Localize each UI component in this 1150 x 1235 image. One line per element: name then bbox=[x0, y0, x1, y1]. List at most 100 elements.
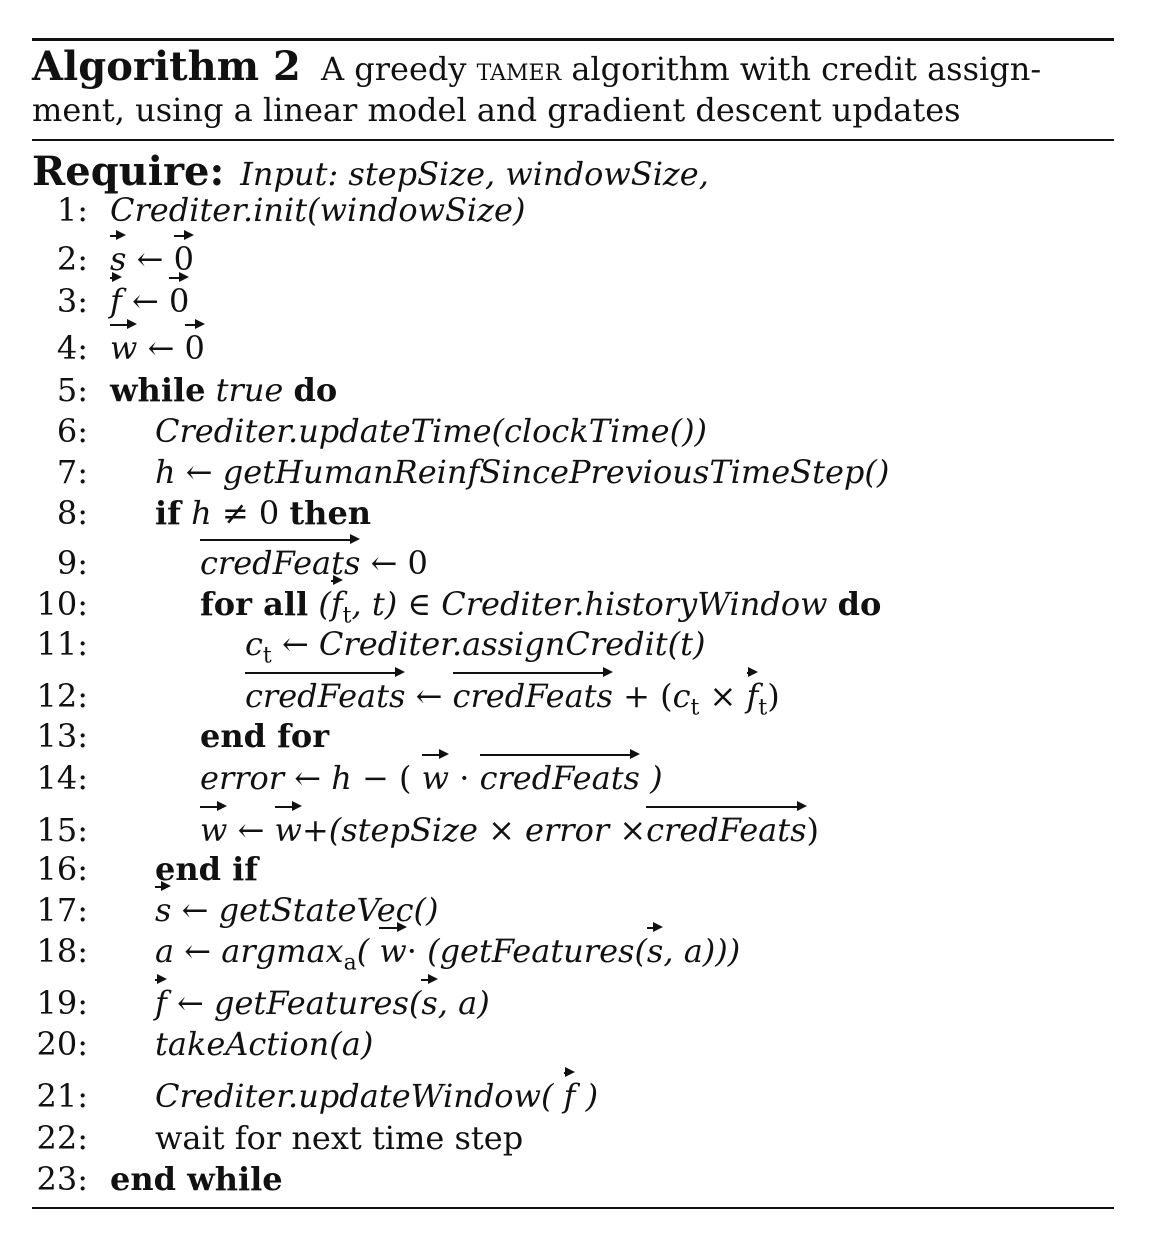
line-code: Crediter.init(windowSize) bbox=[110, 189, 525, 231]
dot-operator: · bbox=[406, 932, 417, 970]
paren: ) bbox=[650, 759, 663, 797]
code-text: Crediter.assignCredit(t) bbox=[318, 625, 706, 663]
assign-arrow: ← bbox=[177, 984, 204, 1022]
operator: − ( bbox=[362, 759, 412, 797]
operator: +( bbox=[301, 811, 342, 849]
code-text: error bbox=[525, 811, 610, 849]
vector-f: f bbox=[563, 1067, 576, 1115]
vector-zero: 0 bbox=[169, 272, 190, 320]
vector-f: f bbox=[746, 667, 759, 715]
vector-w: w bbox=[110, 319, 138, 367]
vector-w: w bbox=[421, 749, 450, 797]
vector-w: w bbox=[200, 801, 228, 849]
times-operator: × bbox=[709, 677, 737, 715]
vector-credfeats: credFeats bbox=[452, 667, 614, 715]
code-text: c bbox=[672, 677, 691, 715]
code-text: argmax bbox=[221, 932, 344, 970]
vector-s: s bbox=[646, 922, 664, 970]
code-text: stepSize bbox=[341, 811, 478, 849]
code-text: true bbox=[215, 371, 284, 409]
bottom-rule bbox=[32, 1207, 1114, 1209]
code-text: a bbox=[155, 932, 175, 970]
line-number: 12: bbox=[36, 677, 89, 715]
code-text: Crediter.updateTime(clockTime()) bbox=[155, 412, 708, 450]
times-operator: × bbox=[619, 811, 647, 849]
algorithm-label: Algorithm 2 bbox=[32, 43, 301, 90]
code-text: , a))) bbox=[663, 932, 741, 970]
assign-arrow: ← bbox=[181, 891, 209, 929]
code-text: ) bbox=[585, 1077, 599, 1115]
vector-f: f bbox=[330, 575, 343, 623]
keyword-while: while bbox=[110, 371, 206, 409]
keyword-end-for: end for bbox=[200, 717, 330, 755]
code-text: , t) bbox=[351, 585, 398, 623]
assign-arrow: ← bbox=[281, 625, 309, 663]
top-rule bbox=[32, 38, 1114, 41]
line-number: 8: bbox=[56, 494, 88, 532]
line-code: a ← argmaxa( w· (getFeatures(s, a))) bbox=[155, 922, 741, 984]
keyword-do: do bbox=[837, 585, 882, 623]
assign-arrow: ← bbox=[184, 932, 212, 970]
line-number: 9: bbox=[56, 544, 88, 582]
code-text: Crediter.historyWindow bbox=[441, 585, 828, 623]
line-code: while true do bbox=[110, 369, 337, 411]
require-keyword: Require: bbox=[32, 148, 225, 195]
paren: ) bbox=[767, 677, 780, 715]
vector-w: w bbox=[274, 801, 303, 849]
code-text: h bbox=[155, 453, 176, 491]
line-number: 2: bbox=[56, 240, 88, 278]
operator: ≠ 0 bbox=[221, 494, 280, 532]
operator: ∈ bbox=[407, 585, 432, 623]
require-text: Input: stepSize, windowSize, bbox=[240, 155, 709, 193]
code-text: h bbox=[331, 759, 352, 797]
require-line: Require: Input: stepSize, windowSize, bbox=[32, 148, 709, 195]
line-code: wait for next time step bbox=[155, 1117, 523, 1159]
keyword-for-all: for all bbox=[200, 585, 309, 623]
line-code: takeAction(a) bbox=[155, 1023, 373, 1065]
line-number: 23: bbox=[36, 1160, 89, 1198]
times-operator: × bbox=[488, 811, 515, 849]
vector-f: f bbox=[155, 974, 167, 1022]
assign-arrow: ← bbox=[132, 282, 159, 320]
line-code: if h ≠ 0 then bbox=[155, 492, 371, 534]
keyword-end-while: end while bbox=[110, 1160, 283, 1198]
vector-zero: 0 bbox=[184, 319, 206, 367]
line-code: h ← getHumanReinfSincePreviousTimeStep() bbox=[155, 451, 889, 493]
line-number: 3: bbox=[56, 282, 88, 320]
assign-arrow: ← 0 bbox=[370, 544, 428, 582]
assign-arrow: ← bbox=[147, 329, 175, 367]
assign-arrow: ← bbox=[185, 453, 213, 491]
assign-arrow: ← bbox=[136, 240, 164, 278]
code-text: getHumanReinfSincePreviousTimeStep() bbox=[222, 453, 890, 491]
line-number: 10: bbox=[36, 585, 89, 623]
vector-f: f bbox=[110, 272, 122, 320]
caption-text-before: A greedy bbox=[320, 50, 467, 88]
keyword-then: then bbox=[289, 494, 372, 532]
vector-s: s bbox=[155, 881, 172, 929]
line-code: ct ← Crediter.assignCredit(t) bbox=[245, 623, 705, 677]
paren: ( bbox=[356, 932, 370, 970]
line-code: Crediter.updateTime(clockTime()) bbox=[155, 410, 707, 452]
algorithm-caption: Algorithm 2 A greedy tamer algorithm wit… bbox=[32, 46, 1114, 131]
line-number: 19: bbox=[36, 984, 89, 1022]
code-text: , a) bbox=[437, 984, 490, 1022]
line-code: w ← 0 bbox=[110, 319, 206, 369]
line-code: error ← h − ( w · credFeats ) bbox=[200, 749, 663, 799]
paren: ( bbox=[318, 585, 331, 623]
subscript: t bbox=[262, 643, 272, 669]
line-code: Crediter.updateWindow( f ) bbox=[155, 1067, 599, 1117]
line-number: 16: bbox=[36, 850, 89, 888]
line-number: 4: bbox=[56, 329, 88, 367]
vector-w: w bbox=[379, 922, 408, 970]
code-text: getFeatures( bbox=[214, 984, 422, 1022]
code-text: error bbox=[200, 759, 285, 797]
line-number: 22: bbox=[36, 1119, 89, 1157]
line-number: 20: bbox=[36, 1025, 89, 1063]
vector-credfeats: credFeats bbox=[479, 749, 641, 797]
caption-tamer: tamer bbox=[476, 50, 562, 88]
assign-arrow: ← bbox=[415, 677, 443, 715]
code-text: c bbox=[245, 625, 263, 663]
line-code: end for bbox=[200, 715, 329, 757]
vector-s: s bbox=[421, 974, 439, 1022]
code-text: takeAction(a) bbox=[155, 1025, 374, 1063]
